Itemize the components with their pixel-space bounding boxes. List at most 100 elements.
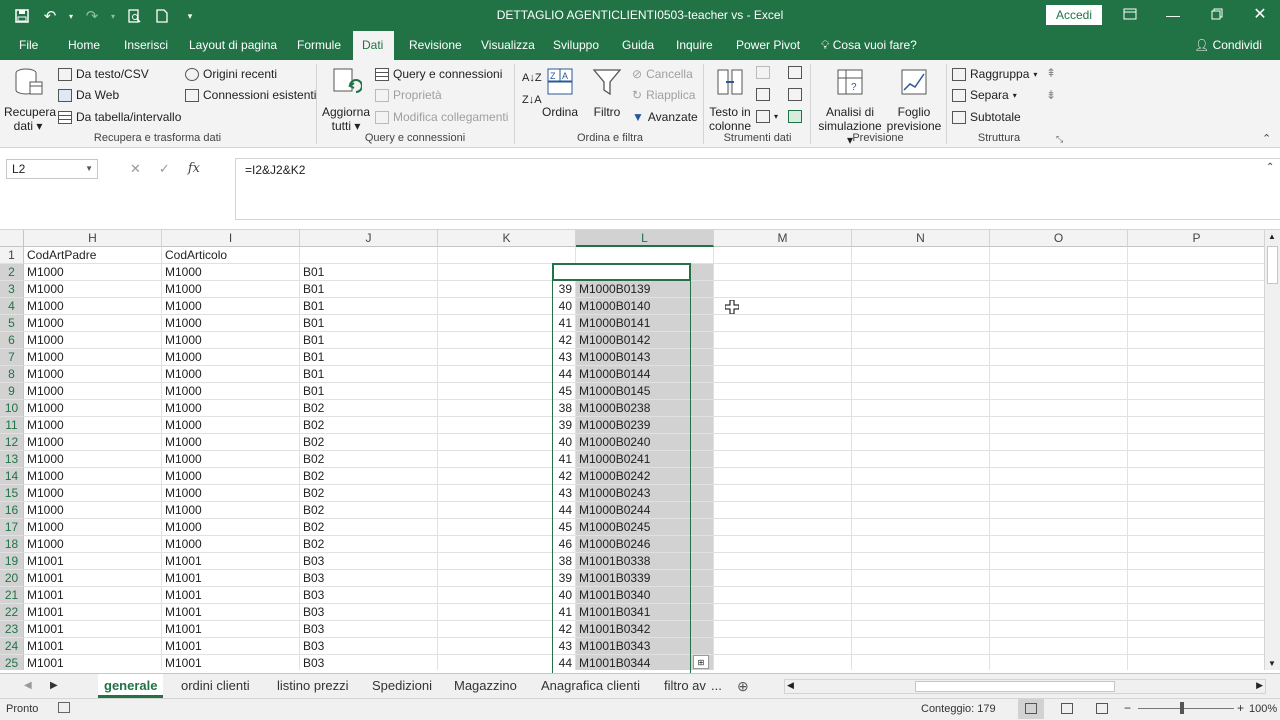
cell-o14[interactable] xyxy=(990,468,1128,485)
forecast-sheet-button[interactable]: Foglio previsione xyxy=(886,66,942,133)
cell-k3[interactable]: 39 xyxy=(438,281,576,298)
cell-o23[interactable] xyxy=(990,621,1128,638)
cell-l12[interactable]: M1000B0240 xyxy=(576,434,714,451)
row-header[interactable]: 14 xyxy=(0,468,24,485)
cell-j15[interactable]: B02 xyxy=(300,485,438,502)
normal-view-icon[interactable] xyxy=(1018,699,1044,719)
relationships-button[interactable] xyxy=(788,88,802,101)
cell-o11[interactable] xyxy=(990,417,1128,434)
row-header[interactable]: 24 xyxy=(0,638,24,655)
cell-j17[interactable]: B02 xyxy=(300,519,438,536)
cell-h19[interactable]: M1001 xyxy=(24,553,162,570)
cell-p23[interactable] xyxy=(1128,621,1264,638)
cell-m21[interactable] xyxy=(714,587,852,604)
cell-j25[interactable]: B03 xyxy=(300,655,438,670)
column-header-k[interactable]: K xyxy=(438,230,576,247)
cell-m7[interactable] xyxy=(714,349,852,366)
row-header[interactable]: 13 xyxy=(0,451,24,468)
cell-p4[interactable] xyxy=(1128,298,1264,315)
cell-j10[interactable]: B02 xyxy=(300,400,438,417)
cell-h12[interactable]: M1000 xyxy=(24,434,162,451)
cell-n20[interactable] xyxy=(852,570,990,587)
zoom-slider-thumb[interactable] xyxy=(1180,702,1184,714)
name-box-dropdown-icon[interactable]: ▼ xyxy=(85,160,93,178)
cell-h15[interactable]: M1000 xyxy=(24,485,162,502)
cell-k9[interactable]: 45 xyxy=(438,383,576,400)
cell-k2[interactable]: 38 xyxy=(438,264,576,281)
scroll-right-icon[interactable]: ▶ xyxy=(1256,680,1263,691)
cell-n22[interactable] xyxy=(852,604,990,621)
cell-j21[interactable]: B03 xyxy=(300,587,438,604)
quick-analysis-icon[interactable]: ⊞ xyxy=(693,655,709,669)
zoom-slider[interactable] xyxy=(1138,708,1234,709)
cell-j7[interactable]: B01 xyxy=(300,349,438,366)
cell-h3[interactable]: M1000 xyxy=(24,281,162,298)
cell-p17[interactable] xyxy=(1128,519,1264,536)
tab-power-pivot[interactable]: Power Pivot xyxy=(727,31,809,60)
clear-filter-button[interactable]: ⊘ Cancella xyxy=(632,67,693,81)
cell-j5[interactable]: B01 xyxy=(300,315,438,332)
cell-h20[interactable]: M1001 xyxy=(24,570,162,587)
cell-h17[interactable]: M1000 xyxy=(24,519,162,536)
tab-help[interactable]: Guida xyxy=(613,31,663,60)
cell-j23[interactable]: B03 xyxy=(300,621,438,638)
cell-m15[interactable] xyxy=(714,485,852,502)
ungroup-button[interactable]: Separa ▾ xyxy=(952,88,1017,102)
cell-o10[interactable] xyxy=(990,400,1128,417)
cell-o3[interactable] xyxy=(990,281,1128,298)
cell-m14[interactable] xyxy=(714,468,852,485)
expand-formula-bar-icon[interactable]: ⌃ xyxy=(1266,162,1274,173)
cell-p21[interactable] xyxy=(1128,587,1264,604)
cell-p11[interactable] xyxy=(1128,417,1264,434)
cell-n10[interactable] xyxy=(852,400,990,417)
cell-m24[interactable] xyxy=(714,638,852,655)
cell-h23[interactable]: M1001 xyxy=(24,621,162,638)
cell-h16[interactable]: M1000 xyxy=(24,502,162,519)
cell-l4[interactable]: M1000B0140 xyxy=(576,298,714,315)
cell-n14[interactable] xyxy=(852,468,990,485)
cell-o2[interactable] xyxy=(990,264,1128,281)
cell-j6[interactable]: B01 xyxy=(300,332,438,349)
row-header[interactable]: 12 xyxy=(0,434,24,451)
from-table-button[interactable]: Da tabella/intervallo xyxy=(58,110,181,124)
row-header[interactable]: 17 xyxy=(0,519,24,536)
cell-l5[interactable]: M1000B0141 xyxy=(576,315,714,332)
cell-h6[interactable]: M1000 xyxy=(24,332,162,349)
cell-l2[interactable]: M1000B0138 xyxy=(576,264,714,281)
cell-n25[interactable] xyxy=(852,655,990,670)
cell-h10[interactable]: M1000 xyxy=(24,400,162,417)
cell-k12[interactable]: 40 xyxy=(438,434,576,451)
cell-m13[interactable] xyxy=(714,451,852,468)
data-model-button[interactable] xyxy=(788,110,802,123)
filter-button[interactable]: Filtro xyxy=(588,66,626,119)
enter-icon[interactable]: ✓ xyxy=(159,161,170,177)
cell-j4[interactable]: B01 xyxy=(300,298,438,315)
sheet-tab-ordini-clienti[interactable]: ordini clienti xyxy=(177,674,254,698)
cell-i10[interactable]: M1000 xyxy=(162,400,300,417)
row-header[interactable]: 9 xyxy=(0,383,24,400)
cell-i3[interactable]: M1000 xyxy=(162,281,300,298)
cell-k22[interactable]: 41 xyxy=(438,604,576,621)
cell-j16[interactable]: B02 xyxy=(300,502,438,519)
sheet-tab-generale[interactable]: generale xyxy=(98,674,164,698)
get-data-button[interactable]: Recupera dati ▾ xyxy=(4,66,56,133)
cell-o18[interactable] xyxy=(990,536,1128,553)
show-detail-button[interactable]: ⇞ xyxy=(1046,66,1056,80)
consolidate-button[interactable] xyxy=(788,66,802,79)
page-break-view-icon[interactable] xyxy=(1096,703,1108,714)
row-header[interactable]: 20 xyxy=(0,570,24,587)
cell-h5[interactable]: M1000 xyxy=(24,315,162,332)
flash-fill-button[interactable] xyxy=(756,66,770,79)
vertical-scroll-thumb[interactable] xyxy=(1267,246,1278,284)
cell-m17[interactable] xyxy=(714,519,852,536)
zoom-in-icon[interactable]: + xyxy=(1237,701,1244,715)
cell-o15[interactable] xyxy=(990,485,1128,502)
vertical-scrollbar[interactable]: ▲ ▼ xyxy=(1264,230,1280,670)
cell-o20[interactable] xyxy=(990,570,1128,587)
row-header[interactable]: 2 xyxy=(0,264,24,281)
cell-i19[interactable]: M1001 xyxy=(162,553,300,570)
sheet-tab-spedizioni[interactable]: Spedizioni xyxy=(368,674,436,698)
cell-k24[interactable]: 43 xyxy=(438,638,576,655)
formula-input[interactable]: =I2&J2&K2 xyxy=(235,158,1280,220)
tab-view[interactable]: Visualizza xyxy=(472,31,544,60)
